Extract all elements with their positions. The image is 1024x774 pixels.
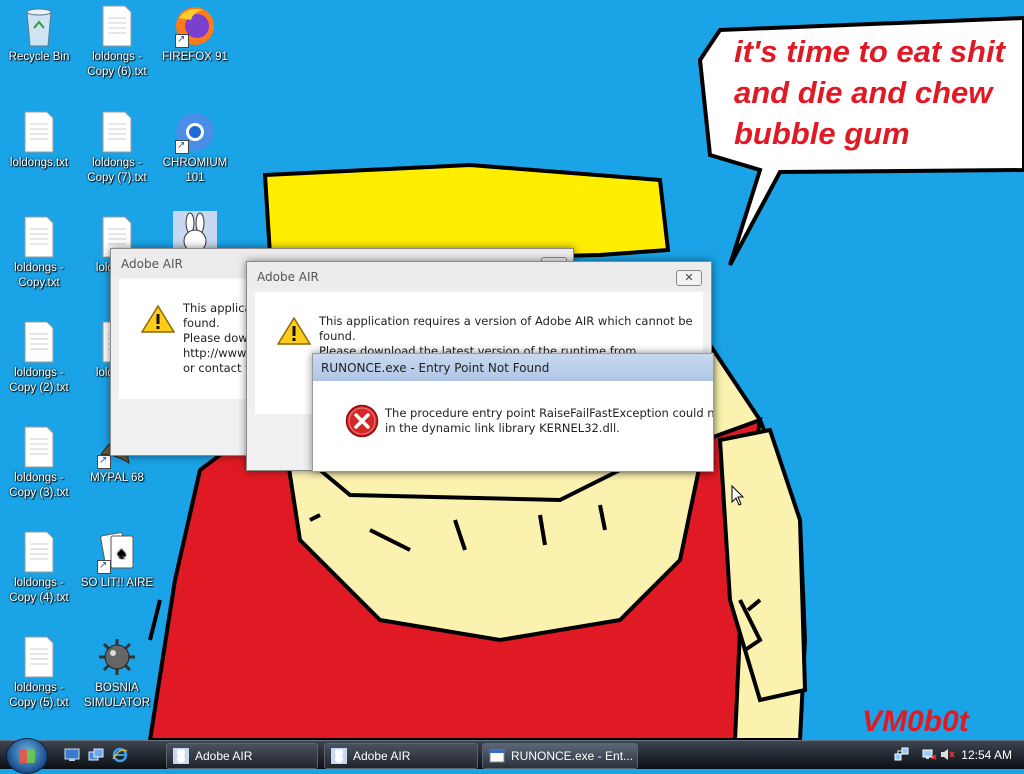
playing-cards-icon: ♠ bbox=[95, 530, 139, 574]
desktop-icon-recycle-bin[interactable]: Recycle Bin bbox=[0, 4, 78, 65]
taskbar-button-runonce[interactable]: RUNONCE.exe - Ent... bbox=[482, 743, 638, 769]
desktop-icon-txt[interactable]: loldongs - Copy (5).txt bbox=[0, 635, 78, 711]
taskbar-button-label: Adobe AIR bbox=[195, 749, 253, 763]
warning-icon bbox=[276, 316, 312, 346]
mouse-cursor-icon bbox=[731, 484, 745, 507]
adobe-air-app-icon bbox=[331, 747, 347, 764]
text-file-icon bbox=[95, 110, 139, 154]
icon-label: loldongs - Copy (7).txt bbox=[87, 157, 147, 184]
icon-label: SO LIT!! AIRE bbox=[80, 577, 154, 589]
text-file-icon bbox=[17, 425, 61, 469]
network-status-tray-icon[interactable] bbox=[922, 747, 937, 762]
text-file-icon bbox=[17, 215, 61, 259]
taskbar: Adobe AIR Adobe AIR RUNONCE.exe - Ent...… bbox=[0, 738, 1024, 774]
icon-label: loldongs.txt bbox=[9, 157, 69, 169]
shortcut-arrow-icon bbox=[97, 453, 111, 469]
window-app-icon bbox=[489, 748, 505, 764]
adobe-air-app-icon bbox=[173, 747, 189, 764]
warning-icon bbox=[140, 304, 176, 334]
text-file-icon bbox=[17, 635, 61, 679]
desktop-icon-txt[interactable]: loldongs - Copy (2).txt bbox=[0, 320, 78, 396]
chromium-icon bbox=[173, 110, 217, 154]
text-file-icon bbox=[17, 110, 61, 154]
icon-label: loldongs - Copy (4).txt bbox=[9, 577, 69, 604]
error-icon bbox=[345, 404, 379, 438]
text-file-icon bbox=[95, 4, 139, 48]
desktop-icon-txt[interactable]: loldongs - Copy (4).txt bbox=[0, 530, 78, 606]
desktop-icon-bosnia-simulator[interactable]: BOSNIA SIMULATOR bbox=[78, 635, 156, 711]
artist-signature: VM0b0t bbox=[862, 705, 971, 738]
shortcut-arrow-icon bbox=[97, 558, 111, 574]
icon-label: loldongs - Copy (6).txt bbox=[87, 51, 147, 78]
icon-label: loldongs - Copy (2).txt bbox=[9, 367, 69, 394]
icon-label: loldongs - Copy.txt bbox=[14, 262, 64, 289]
icon-label: loldongs - Copy (5).txt bbox=[9, 682, 69, 709]
desktop-icon-chromium[interactable]: CHROMIUM 101 bbox=[156, 110, 234, 186]
icon-label: loldongs - Copy (3).txt bbox=[9, 472, 69, 499]
taskbar-button-adobe-air-1[interactable]: Adobe AIR bbox=[166, 743, 318, 769]
start-button[interactable] bbox=[6, 738, 48, 774]
taskbar-button-adobe-air-2[interactable]: Adobe AIR bbox=[324, 743, 478, 769]
shortcut-arrow-icon bbox=[175, 138, 189, 154]
internet-explorer-icon[interactable] bbox=[112, 747, 128, 763]
shortcut-arrow-icon bbox=[175, 32, 189, 48]
taskbar-button-label: Adobe AIR bbox=[353, 749, 411, 763]
icon-label: MYPAL 68 bbox=[90, 472, 144, 484]
desktop-icon-txt[interactable]: loldongs - Copy (3).txt bbox=[0, 425, 78, 501]
error-message: The procedure entry point RaiseFailFastE… bbox=[385, 406, 714, 435]
mine-icon bbox=[95, 635, 139, 679]
icon-label: BOSNIA SIMULATOR bbox=[83, 682, 151, 709]
show-desktop-icon[interactable] bbox=[64, 747, 80, 761]
dialog-title: RUNONCE.exe - Entry Point Not Found bbox=[313, 354, 713, 381]
switch-windows-icon[interactable] bbox=[88, 747, 104, 761]
system-clock[interactable]: 12:54 AM bbox=[961, 741, 1012, 769]
speech-bubble-line-3: bubble gum bbox=[734, 116, 910, 151]
desktop-icon-txt[interactable]: loldongs - Copy (7).txt bbox=[78, 110, 156, 186]
speech-bubble-line-2: and die and chew bbox=[734, 75, 994, 110]
recycle-bin-icon bbox=[17, 4, 61, 48]
desktop-icon-txt[interactable]: loldongs - Copy.txt bbox=[0, 215, 78, 291]
entry-point-error-dialog[interactable]: RUNONCE.exe - Entry Point Not Found The … bbox=[312, 353, 714, 472]
volume-muted-tray-icon[interactable] bbox=[940, 747, 955, 762]
network-tray-icon[interactable] bbox=[894, 747, 909, 762]
svg-text:♠: ♠ bbox=[117, 545, 126, 562]
text-file-icon bbox=[17, 530, 61, 574]
text-file-icon bbox=[17, 320, 61, 364]
desktop-icon-solitaire[interactable]: ♠ SO LIT!! AIRE bbox=[78, 530, 156, 591]
speech-bubble-line-1: it's time to eat shit bbox=[734, 34, 1007, 69]
icon-label: CHROMIUM 101 bbox=[162, 157, 228, 184]
icon-label: Recycle Bin bbox=[8, 51, 70, 63]
icon-label: FIREFOX 91 bbox=[162, 51, 228, 63]
close-button[interactable]: ✕ bbox=[676, 270, 702, 286]
desktop-icon-txt[interactable]: loldongs - Copy (6).txt bbox=[78, 4, 156, 80]
taskbar-button-label: RUNONCE.exe - Ent... bbox=[511, 749, 634, 763]
desktop-icon-firefox[interactable]: FIREFOX 91 bbox=[156, 4, 234, 65]
desktop-icon-txt[interactable]: loldongs.txt bbox=[0, 110, 78, 171]
dialog-title: Adobe AIR bbox=[247, 262, 711, 290]
firefox-icon bbox=[173, 4, 217, 48]
